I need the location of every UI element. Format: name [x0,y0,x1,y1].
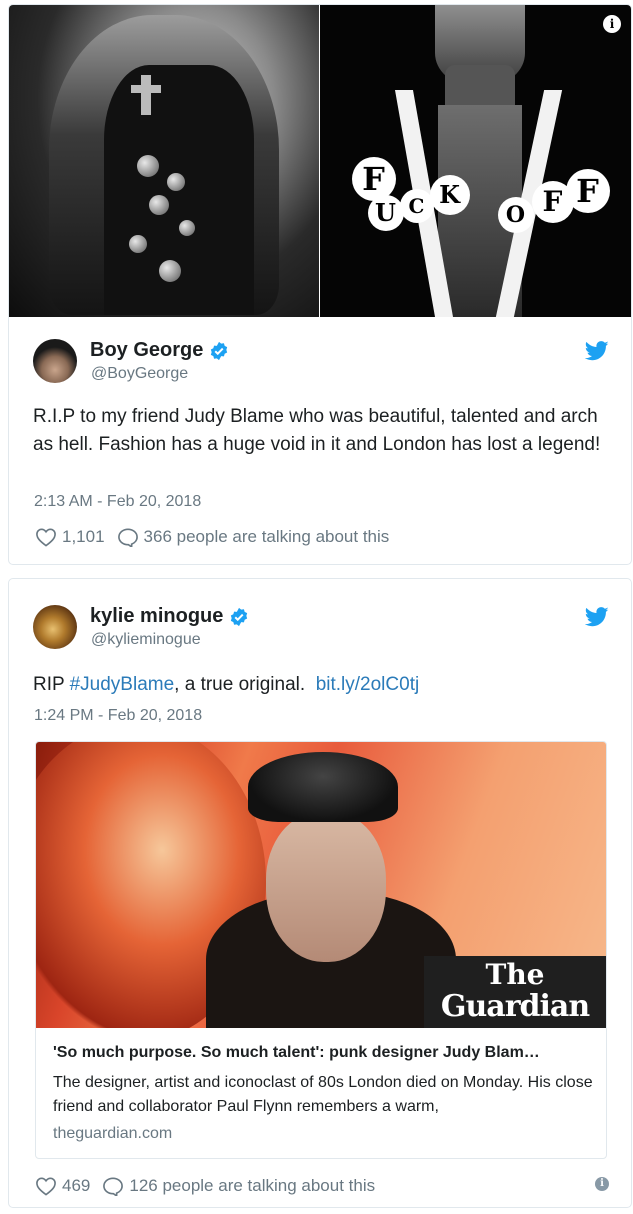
tweet-text-middle: , a true original. [174,674,306,695]
verified-icon [231,607,248,626]
verified-icon [211,341,228,360]
twitter-bird-icon[interactable] [585,341,609,361]
logo-line-2: Guardian [440,989,590,1024]
like-button[interactable]: 469 [35,1176,90,1196]
tweet-actions: 1,101 366 people are talking about this [35,527,401,547]
tweet-text: RIP #JudyBlame, a true original. bit.ly/… [33,671,623,699]
link-preview-body: 'So much purpose. So much talent': punk … [53,1042,593,1143]
author-name[interactable]: kylie minogue [90,605,223,628]
vest-button [149,195,169,215]
guardian-logo: The Guardian [424,956,606,1028]
media-image-left[interactable] [9,5,319,317]
tweet-text: R.I.P to my friend Judy Blame who was be… [33,406,601,455]
talking-count: 126 people are talking about this [129,1176,376,1195]
heart-icon [36,528,56,547]
cross-pendant-bar [131,85,161,93]
tweet-header: Boy George @BoyGeorge [9,335,631,395]
twitter-bird-icon[interactable] [585,607,609,627]
tweet-header: kylie minogue @kylieminogue [9,601,631,661]
cross-pendant [141,75,151,115]
media-image-right[interactable]: F U C K O F F i [319,5,631,317]
like-count: 469 [62,1176,91,1195]
badge-letter: U [367,195,404,231]
link-preview-image[interactable]: The Guardian [36,742,606,1028]
logo-line-1: The [485,958,545,991]
info-icon[interactable]: i [603,15,621,33]
talking-count: 366 people are talking about this [143,527,390,546]
tweet-text-prefix: RIP [33,674,70,695]
avatar[interactable] [33,605,77,649]
avatar[interactable] [33,339,77,383]
like-button[interactable]: 1,101 [35,527,105,547]
author-handle[interactable]: @BoyGeorge [91,365,188,383]
info-icon[interactable]: i [595,1177,609,1191]
vest-button [159,260,181,282]
image-face [266,812,386,962]
vest-button [179,220,195,236]
badge-letter: F [565,169,610,213]
tweet-actions: 469 126 people are talking about this [35,1176,387,1196]
tweet-card-boy-george[interactable]: F U C K O F F i Boy George @BoyGeorge R.… [8,4,632,565]
tweet-card-kylie-minogue[interactable]: kylie minogue @kylieminogue RIP #JudyBla… [8,578,632,1208]
link-title[interactable]: 'So much purpose. So much talent': punk … [53,1042,593,1064]
heart-icon [36,1177,56,1196]
badge-letter: C [399,189,434,223]
reply-button[interactable]: 366 people are talking about this [117,527,390,547]
like-count: 1,101 [62,527,105,546]
link-description: The designer, artist and iconoclast of 8… [53,1074,593,1115]
reply-button[interactable]: 126 people are talking about this [102,1176,375,1196]
author-name[interactable]: Boy George [90,339,203,362]
badge-letter: O [497,197,534,233]
link-preview-card[interactable]: The Guardian 'So much purpose. So much t… [35,741,607,1159]
vest-button [167,173,185,191]
vest-button [129,235,147,253]
tweet-timestamp[interactable]: 1:24 PM - Feb 20, 2018 [34,707,202,725]
hashtag-link[interactable]: #JudyBlame [70,674,175,695]
reply-icon [117,528,138,547]
tweet-media-grid[interactable]: F U C K O F F i [9,5,631,317]
image-hat [248,752,398,822]
short-link[interactable]: bit.ly/2olC0tj [316,674,420,695]
badge-letter: K [429,175,470,215]
author-row: Boy George [90,339,229,362]
reply-icon [103,1177,124,1196]
link-domain: theguardian.com [53,1125,173,1142]
vest-button [137,155,159,177]
author-handle[interactable]: @kylieminogue [91,631,201,649]
author-row: kylie minogue [90,605,249,628]
tweet-timestamp[interactable]: 2:13 AM - Feb 20, 2018 [34,493,201,511]
